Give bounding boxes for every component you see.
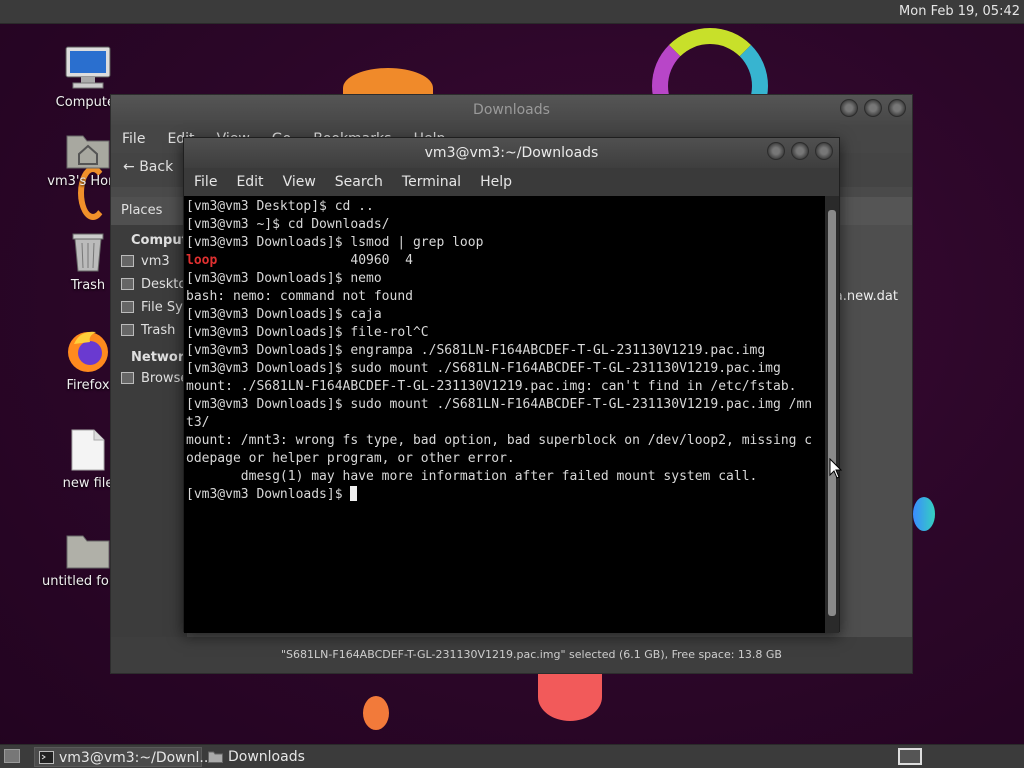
terminal-line: mount: /mnt3: wrong fs type, bad option,… <box>186 433 813 448</box>
terminal-menubar: File Edit View Search Terminal Help <box>184 168 839 196</box>
window-title: vm3@vm3:~/Downloads <box>424 145 599 161</box>
sidebar-section-computer: Computer <box>131 233 187 248</box>
terminal-line: [vm3@vm3 ~]$ cd Downloads/ <box>186 217 390 232</box>
top-panel: Mon Feb 19, 05:42 <box>0 0 1024 24</box>
terminal-line: t3/ <box>186 415 210 430</box>
back-button[interactable]: ← Back <box>123 159 173 175</box>
status-bar: "S681LN-F164ABCDEF-T-GL-231130V1219.pac.… <box>111 637 912 673</box>
places-header[interactable]: Places <box>111 197 187 225</box>
menu-view[interactable]: View <box>273 168 325 190</box>
sidebar-section-network: Network <box>131 350 187 365</box>
menu-terminal[interactable]: Terminal <box>392 168 470 190</box>
clock[interactable]: Mon Feb 19, 05:42 <box>899 4 1020 19</box>
wallpaper-cyan-blob <box>913 497 935 531</box>
terminal-window[interactable]: vm3@vm3:~/Downloads File Edit View Search Te… <box>183 137 840 633</box>
maximize-button[interactable] <box>791 142 809 160</box>
sidebar-item-desktop[interactable]: Desktop <box>111 273 187 296</box>
bottom-panel: vm3@vm3:~/Downl... Downloads <box>0 744 1024 768</box>
text-cursor <box>350 486 358 501</box>
wallpaper-pink-blob <box>538 673 602 721</box>
file-manager-titlebar[interactable]: Downloads <box>111 95 912 125</box>
menu-help[interactable]: Help <box>470 168 521 190</box>
home-folder-icon <box>66 135 110 169</box>
scrollbar-thumb[interactable] <box>828 210 836 616</box>
terminal-line-lsmod: loop 40960 4 <box>186 252 827 270</box>
menu-search[interactable]: Search <box>325 168 392 190</box>
back-arrow-icon: ← <box>123 159 140 175</box>
terminal-line: mount: ./S681LN-F164ABCDEF-T-GL-231130V1… <box>186 379 797 394</box>
folder-icon <box>208 751 223 763</box>
drive-icon <box>121 301 134 313</box>
file-item-label[interactable]: a.new.dat <box>835 289 898 304</box>
computer-icon <box>65 46 111 89</box>
terminal-line: bash: nemo: command not found <box>186 289 413 304</box>
taskbar-item-label: vm3@vm3:~/Downl... <box>59 750 213 766</box>
window-title: Downloads <box>473 102 550 118</box>
sidebar-item-label: Desktop <box>141 277 187 292</box>
lsmod-module-name: loop <box>186 253 218 268</box>
minimize-button[interactable] <box>767 142 785 160</box>
wallpaper-small-orange <box>363 696 389 730</box>
network-icon <box>121 372 134 384</box>
desktop-icon <box>121 278 134 290</box>
sidebar-item-label: Browse Network <box>141 371 187 386</box>
terminal-titlebar[interactable]: vm3@vm3:~/Downloads <box>184 138 839 168</box>
file-icon <box>71 429 105 471</box>
terminal-line: [vm3@vm3 Downloads]$ lsmod | grep loop <box>186 235 484 250</box>
sidebar-item-label: File System <box>141 300 187 315</box>
taskbar-item-terminal[interactable]: vm3@vm3:~/Downl... <box>34 747 213 767</box>
sidebar-item-trash[interactable]: Trash <box>111 319 187 342</box>
terminal-prompt: [vm3@vm3 Downloads]$ <box>186 487 351 502</box>
menu-edit[interactable]: Edit <box>226 168 272 190</box>
status-text: "S681LN-F164ABCDEF-T-GL-231130V1219.pac.… <box>281 648 782 661</box>
terminal-prompt-line[interactable]: [vm3@vm3 Downloads]$ <box>186 486 827 504</box>
terminal-line: [vm3@vm3 Downloads]$ engrampa ./S681LN-F… <box>186 343 766 358</box>
terminal-line: [vm3@vm3 Desktop]$ cd .. <box>186 199 374 214</box>
sidebar-item-label: vm3 <box>141 254 170 269</box>
show-desktop-icon[interactable] <box>4 749 20 763</box>
terminal-output[interactable]: [vm3@vm3 Desktop]$ cd .. [vm3@vm3 ~]$ cd … <box>184 196 827 633</box>
trash-icon <box>72 233 104 272</box>
terminal-line: [vm3@vm3 Downloads]$ sudo mount ./S681LN… <box>186 361 781 376</box>
terminal-line: [vm3@vm3 Downloads]$ nemo <box>186 271 382 286</box>
mouse-pointer-icon <box>829 458 843 479</box>
sidebar-item-home[interactable]: vm3 <box>111 250 187 273</box>
terminal-line: odepage or helper program, or other erro… <box>186 451 515 466</box>
folder-icon <box>66 535 110 569</box>
trash-icon <box>121 324 134 336</box>
terminal-line: [vm3@vm3 Downloads]$ caja <box>186 307 382 322</box>
close-button[interactable] <box>888 99 906 117</box>
minimize-button[interactable] <box>840 99 858 117</box>
taskbar-item-downloads[interactable]: Downloads <box>204 747 364 767</box>
firefox-icon <box>68 331 108 372</box>
taskbar-item-label: Downloads <box>228 749 305 765</box>
home-icon <box>121 255 134 267</box>
menu-file[interactable]: File <box>184 168 226 190</box>
back-label: Back <box>139 159 174 175</box>
workspace-switcher[interactable] <box>898 748 922 765</box>
window-controls <box>834 99 906 121</box>
terminal-line: [vm3@vm3 Downloads]$ file-rol^C <box>186 325 429 340</box>
menu-file[interactable]: File <box>111 125 156 153</box>
terminal-line: dmesg(1) may have more information after… <box>186 469 758 484</box>
places-sidebar: Places Computer vm3 Desktop File System … <box>111 197 187 637</box>
sidebar-item-browse-network[interactable]: Browse Network <box>111 367 187 390</box>
lsmod-details: 40960 4 <box>217 253 413 268</box>
terminal-line: [vm3@vm3 Downloads]$ sudo mount ./S681LN… <box>186 397 813 412</box>
sidebar-item-file-system[interactable]: File System <box>111 296 187 319</box>
close-button[interactable] <box>815 142 833 160</box>
terminal-scrollbar[interactable] <box>825 196 839 633</box>
maximize-button[interactable] <box>864 99 882 117</box>
window-controls <box>761 142 833 164</box>
terminal-icon <box>39 751 54 764</box>
sidebar-item-label: Trash <box>141 323 176 338</box>
